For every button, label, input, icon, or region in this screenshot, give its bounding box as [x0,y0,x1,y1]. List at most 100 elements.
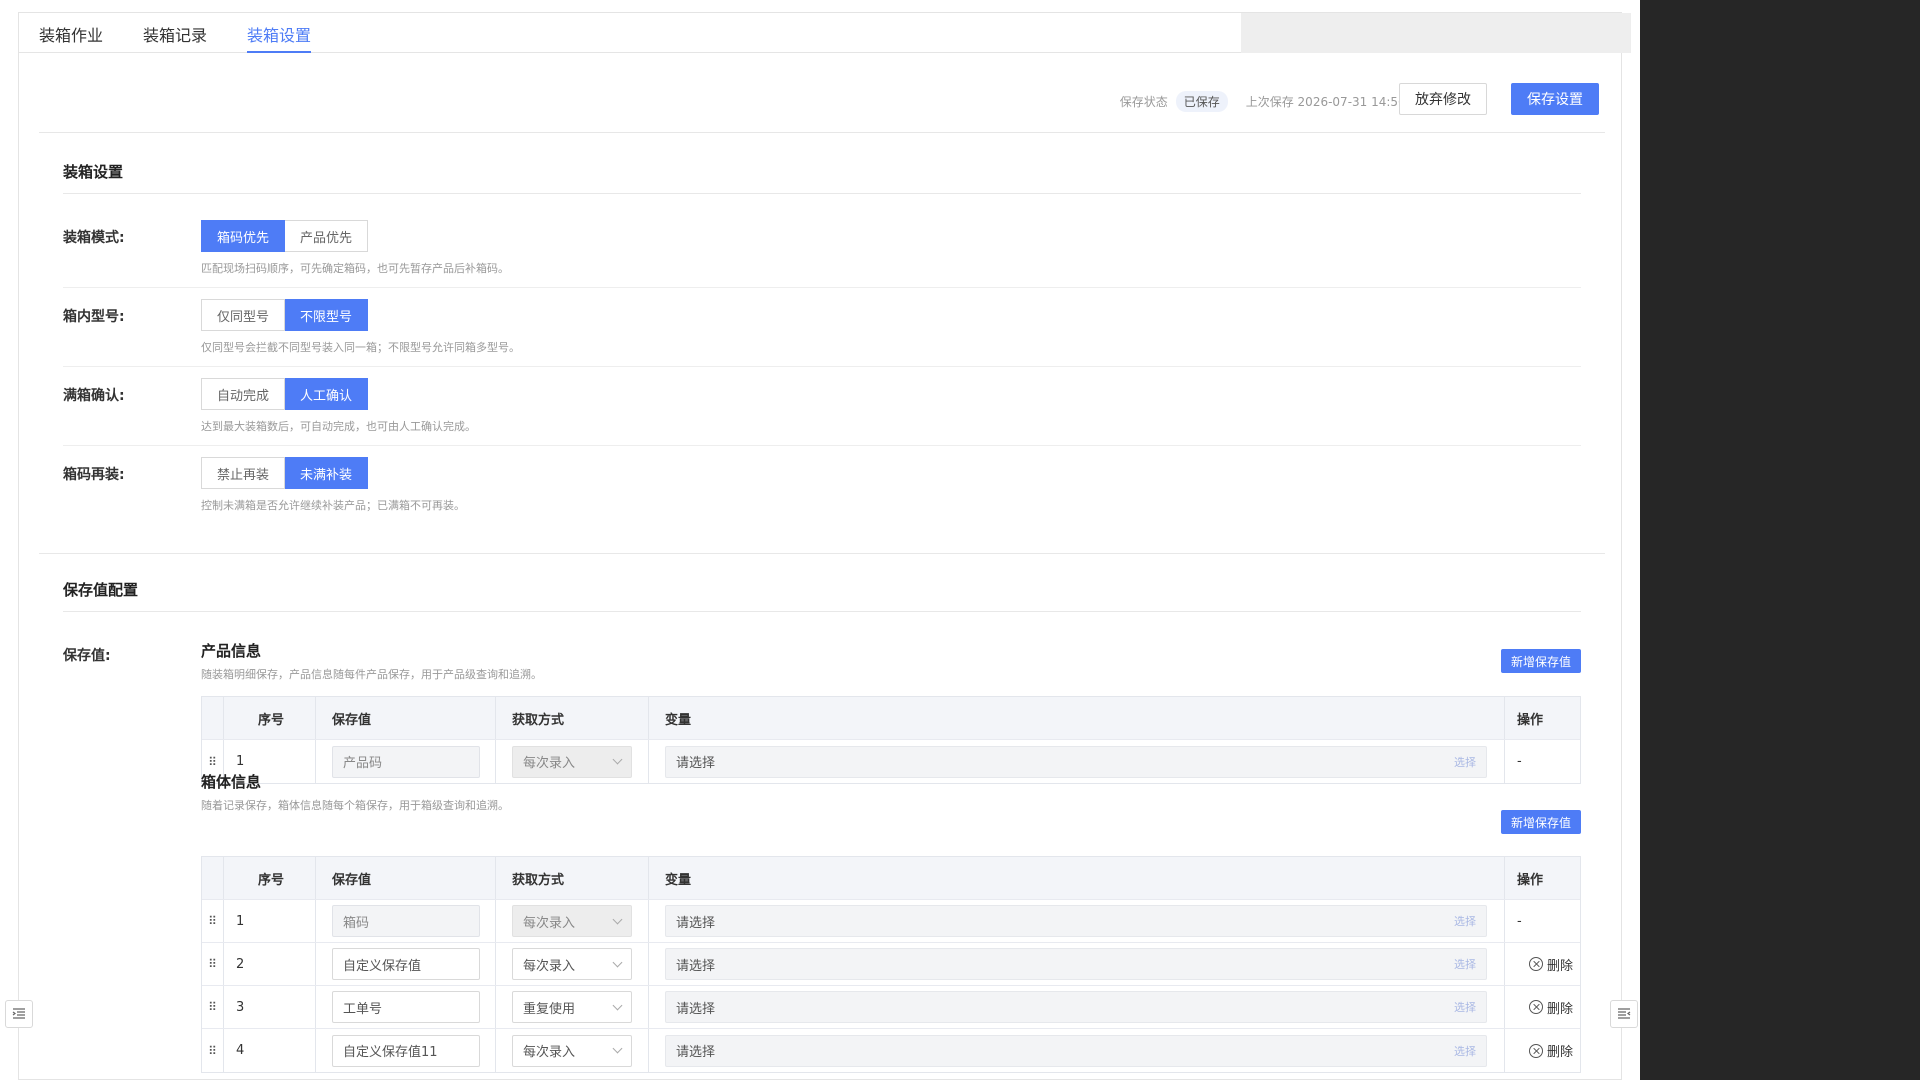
product-save-value-table: 序号 保存值 获取方式 变量 操作 ⠿ 1 产品码 每次录入 请选择 选择 - [201,696,1581,784]
group-title-box: 箱体信息 [201,773,262,791]
header-variable: 变量 [649,697,1505,739]
operation-cell: - [1517,913,1522,929]
mode-select[interactable]: 每次录入 [512,948,632,980]
label-packing-mode: 装箱模式: [63,230,125,246]
save-value-input[interactable]: 自定义保存值 [332,948,480,980]
right-panel-toggle-button[interactable] [1610,1000,1638,1028]
tab-packing-work[interactable]: 装箱作业 [39,13,103,52]
save-status-label: 保存状态 [1119,95,1168,109]
drag-handle-icon[interactable]: ⠿ [202,1029,224,1072]
variable-placeholder: 请选择 [676,915,716,931]
add-product-save-value-button[interactable]: 新增保存值 [1500,649,1581,673]
tab-packing-settings[interactable]: 装箱设置 [247,13,312,53]
variable-pick-link[interactable]: 选择 [1454,999,1476,1015]
drag-handle-icon[interactable]: ⠿ [202,986,224,1028]
option-box-code-first[interactable]: 箱码优先 [201,220,286,252]
table-row: ⠿ 1 箱码 每次录入 请选择 选择 - [202,900,1580,943]
var-cell: 请选择 选择 [649,1029,1505,1072]
variable-placeholder: 请选择 [676,756,716,771]
section-divider [39,553,1605,554]
hint-packing-mode: 匹配现场扫码顺序，可先确定箱码，也可先暂存产品后补箱码。 [201,262,509,275]
var-cell: 请选择 选择 [649,986,1505,1028]
drag-handle-icon[interactable]: ⠿ [202,943,224,985]
list-indent-icon [1618,1008,1631,1019]
divider [63,193,1581,194]
mode-select: 每次录入 [512,905,632,937]
delete-button[interactable]: 删除 [1529,1041,1573,1060]
mode-select[interactable]: 每次录入 [512,1034,632,1067]
variable-placeholder: 请选择 [676,1045,716,1060]
variable-pick-link[interactable]: 选择 [1454,754,1476,770]
operation-cell: 删除 [1505,943,1580,985]
mode-select: 每次录入 [512,745,632,778]
mode-cell: 每次录入 [496,1029,649,1072]
variable-select[interactable]: 请选择 选择 [665,745,1487,778]
variable-pick-link[interactable]: 选择 [1454,1043,1476,1059]
variable-select[interactable]: 请选择 选择 [665,991,1487,1023]
box-model-segment: 仅同型号 不限型号 [201,299,369,331]
discard-button[interactable]: 放弃修改 [1399,83,1487,115]
delete-label: 删除 [1547,958,1574,974]
option-product-first[interactable]: 产品优先 [285,220,369,252]
divider [63,445,1581,446]
row-no: 2 [224,943,316,985]
divider [63,611,1581,612]
label-full-confirm: 满箱确认: [63,388,125,404]
variable-pick-link[interactable]: 选择 [1454,913,1476,929]
var-cell: 请选择 选择 [649,740,1505,783]
mode-select-value: 每次录入 [523,1045,576,1060]
option-any-model[interactable]: 不限型号 [285,299,369,331]
hint-box-reload: 控制未满箱是否允许继续补装产品；已满箱不可再装。 [201,499,465,512]
mode-select[interactable]: 重复使用 [512,991,632,1023]
header-save-value: 保存值 [316,857,496,899]
settings-content: 保存状态 已保存 上次保存 2026-07-31 14:56:11 放弃修改 保… [39,53,1605,1080]
row-no: 3 [224,986,316,1028]
divider [63,287,1581,288]
tab-packing-records[interactable]: 装箱记录 [143,13,207,52]
label-box-reload: 箱码再装: [63,467,125,483]
var-cell: 请选择 选择 [649,943,1505,985]
left-panel-toggle-button[interactable] [5,1000,33,1028]
row-no: 1 [224,900,316,942]
header-operation: 操作 [1517,712,1544,728]
delete-button[interactable]: 删除 [1529,955,1573,974]
save-settings-button[interactable]: 保存设置 [1511,83,1599,115]
save-value-input[interactable]: 自定义保存值11 [332,1034,480,1067]
table-row: ⠿ 1 产品码 每次录入 请选择 选择 - [202,740,1580,783]
add-box-save-value-button[interactable]: 新增保存值 [1500,810,1581,834]
drag-handle-icon[interactable]: ⠿ [202,900,224,942]
variable-placeholder: 请选择 [676,1001,716,1017]
option-forbid-reload[interactable]: 禁止再装 [201,457,286,489]
group-title-product: 产品信息 [201,642,262,660]
chevron-down-icon [612,914,623,924]
table-row: ⠿ 3 工单号 重复使用 请选择 选择 删除 [202,986,1580,1029]
option-manual-confirm[interactable]: 人工确认 [285,378,369,410]
delete-button[interactable]: 删除 [1529,998,1573,1017]
value-cell: 产品码 [316,740,496,783]
variable-select[interactable]: 请选择 选择 [665,1034,1487,1067]
save-value-input: 箱码 [332,905,480,937]
save-value-input[interactable]: 工单号 [332,991,480,1023]
header-variable: 变量 [649,857,1505,899]
variable-select[interactable]: 请选择 选择 [665,948,1487,980]
option-refill-unfull[interactable]: 未满补装 [285,457,369,489]
tab-bar-filler [1241,13,1631,53]
chevron-down-icon [612,1000,623,1010]
value-cell: 工单号 [316,986,496,1028]
close-circle-icon [1529,957,1543,971]
option-auto-complete[interactable]: 自动完成 [201,378,286,410]
save-value-input: 产品码 [332,745,480,778]
variable-select[interactable]: 请选择 选择 [665,905,1487,937]
value-cell: 自定义保存值11 [316,1029,496,1072]
status-badge: 已保存 [1175,91,1228,112]
toolbar: 保存状态 已保存 上次保存 2026-07-31 14:56:11 放弃修改 保… [39,53,1605,133]
variable-pick-link[interactable]: 选择 [1454,956,1476,972]
header-drag-cell [202,857,224,899]
mode-select-value: 每次录入 [523,958,576,974]
chevron-down-icon [612,957,623,967]
header-no: 序号 [224,857,316,899]
header-mode: 获取方式 [496,857,649,899]
option-same-model-only[interactable]: 仅同型号 [201,299,286,331]
mode-cell: 每次录入 [496,740,649,783]
header-no: 序号 [224,697,316,739]
